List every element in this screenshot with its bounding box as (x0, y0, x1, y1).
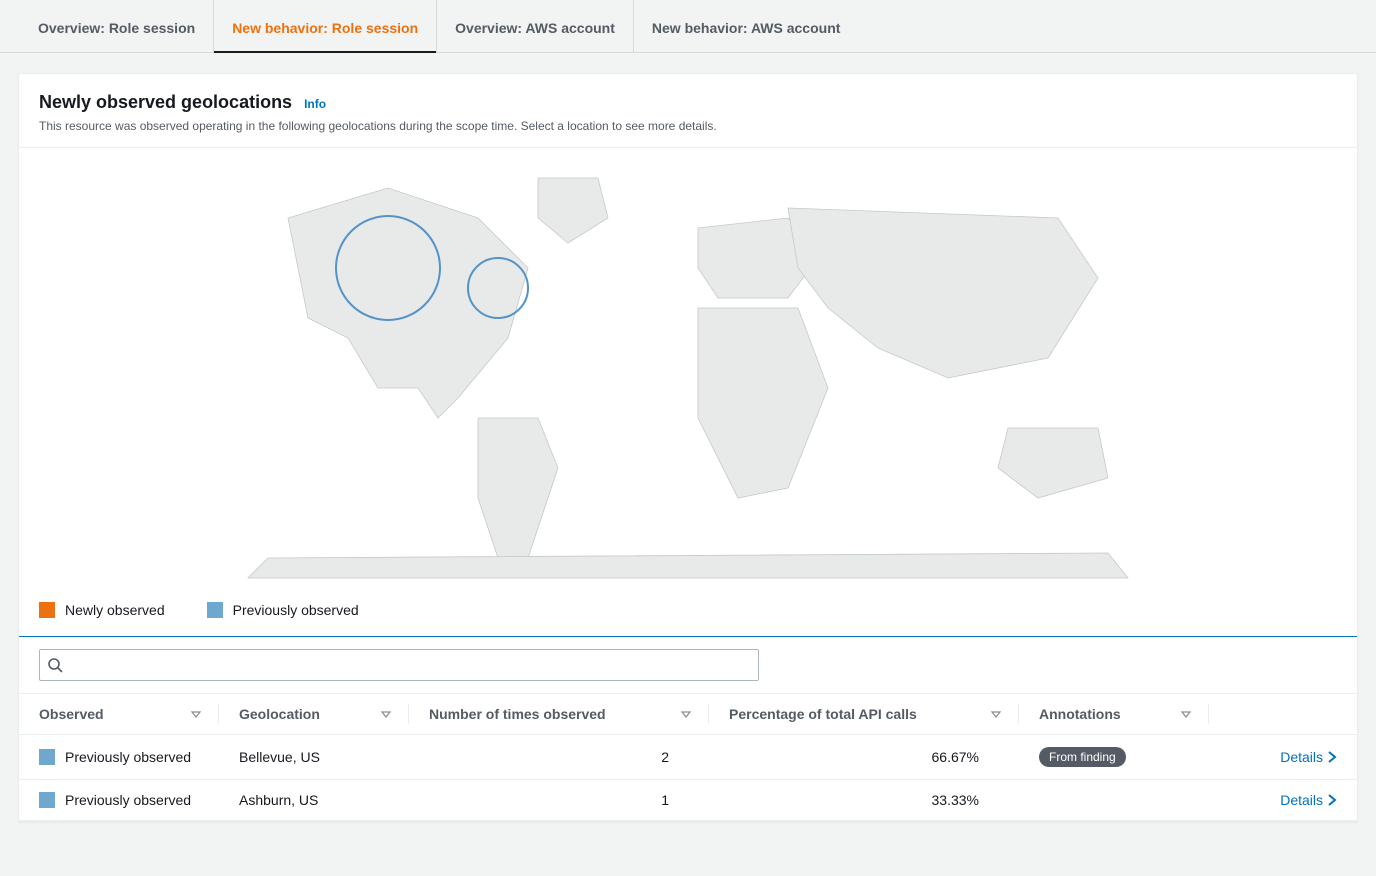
sort-icon (191, 709, 201, 719)
world-map[interactable] (19, 148, 1357, 588)
details-link[interactable]: Details (1280, 792, 1337, 808)
col-label: Percentage of total API calls (729, 706, 917, 722)
times-cell: 2 (409, 735, 709, 780)
table-row: Previously observed Bellevue, US 2 66.67… (19, 735, 1357, 780)
panel-header: Newly observed geolocations Info This re… (19, 74, 1357, 148)
geolocation-cell: Bellevue, US (219, 735, 409, 780)
tab-label: New behavior: AWS account (652, 20, 841, 36)
percentage-cell: 66.67% (709, 735, 1019, 780)
observed-label: Previously observed (65, 749, 191, 765)
chevron-right-icon (1327, 751, 1337, 763)
annotations-cell: From finding (1019, 735, 1209, 780)
geolocations-panel: Newly observed geolocations Info This re… (18, 73, 1358, 822)
geolocation-cell: Ashburn, US (219, 780, 409, 821)
tab-label: New behavior: Role session (232, 20, 418, 36)
legend-label: Previously observed (233, 602, 359, 618)
col-annotations[interactable]: Annotations (1019, 694, 1209, 735)
tab-overview-role-session[interactable]: Overview: Role session (20, 0, 214, 52)
tab-label: Overview: Role session (38, 20, 195, 36)
col-percentage[interactable]: Percentage of total API calls (709, 694, 1019, 735)
row-swatch (39, 792, 55, 808)
table-section: Observed Geolocation Number of times obs… (19, 636, 1357, 821)
swatch-previously-observed (207, 602, 223, 618)
search-input[interactable] (39, 649, 759, 681)
annotation-badge: From finding (1039, 747, 1126, 767)
col-label: Geolocation (239, 706, 320, 722)
col-label: Annotations (1039, 706, 1121, 722)
row-swatch (39, 749, 55, 765)
sort-icon (991, 709, 1001, 719)
table-header-row: Observed Geolocation Number of times obs… (19, 694, 1357, 735)
annotations-cell (1019, 780, 1209, 821)
swatch-newly-observed (39, 602, 55, 618)
info-link[interactable]: Info (304, 97, 326, 111)
col-geolocation[interactable]: Geolocation (219, 694, 409, 735)
search-box (39, 649, 759, 681)
col-label: Observed (39, 706, 104, 722)
panel-title: Newly observed geolocations (39, 92, 292, 113)
tab-new-behavior-aws-account[interactable]: New behavior: AWS account (634, 0, 859, 52)
sort-icon (1181, 709, 1191, 719)
tabs-bar: Overview: Role session New behavior: Rol… (0, 0, 1376, 53)
observed-cell: Previously observed (39, 749, 199, 765)
col-observed[interactable]: Observed (19, 694, 219, 735)
col-label: Number of times observed (429, 706, 606, 722)
chevron-right-icon (1327, 794, 1337, 806)
legend-label: Newly observed (65, 602, 165, 618)
col-times-observed[interactable]: Number of times observed (409, 694, 709, 735)
search-icon (47, 657, 63, 673)
sort-icon (681, 709, 691, 719)
percentage-cell: 33.33% (709, 780, 1019, 821)
panel-description: This resource was observed operating in … (39, 119, 1337, 133)
col-details (1209, 694, 1357, 735)
search-row (19, 637, 1357, 693)
geolocations-table: Observed Geolocation Number of times obs… (19, 693, 1357, 821)
details-label: Details (1280, 749, 1323, 765)
table-body: Previously observed Bellevue, US 2 66.67… (19, 735, 1357, 821)
details-label: Details (1280, 792, 1323, 808)
world-map-svg (228, 158, 1148, 588)
tab-new-behavior-role-session[interactable]: New behavior: Role session (214, 0, 437, 52)
legend-previously-observed: Previously observed (207, 602, 359, 618)
table-row: Previously observed Ashburn, US 1 33.33%… (19, 780, 1357, 821)
sort-icon (381, 709, 391, 719)
tab-label: Overview: AWS account (455, 20, 615, 36)
observed-cell: Previously observed (39, 792, 199, 808)
map-legend: Newly observed Previously observed (19, 588, 1357, 636)
legend-newly-observed: Newly observed (39, 602, 165, 618)
times-cell: 1 (409, 780, 709, 821)
tab-overview-aws-account[interactable]: Overview: AWS account (437, 0, 634, 52)
details-link[interactable]: Details (1280, 749, 1337, 765)
observed-label: Previously observed (65, 792, 191, 808)
